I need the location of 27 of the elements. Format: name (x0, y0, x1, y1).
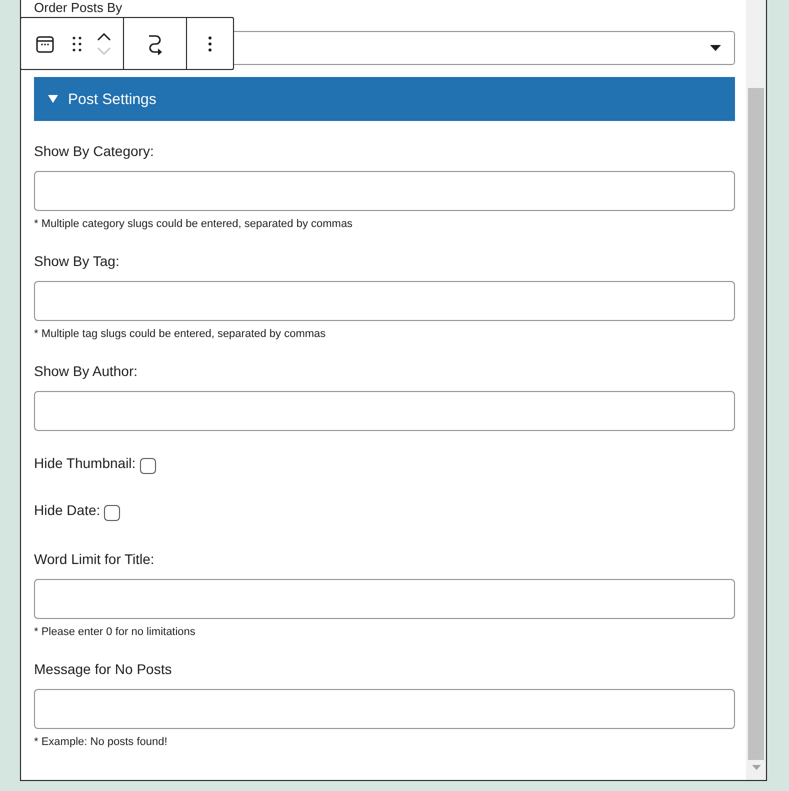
help-text: * Example: No posts found! (34, 736, 168, 749)
field-label: Show By Author: (34, 362, 139, 380)
help-text: * Multiple category slugs could be entered, separated by commas (34, 218, 354, 231)
scroll-down-icon[interactable] (752, 765, 761, 770)
triangle-down-icon (48, 95, 58, 103)
input-field[interactable] (34, 391, 735, 431)
input-field[interactable] (34, 579, 735, 619)
field-label: Order Posts By (34, 0, 124, 16)
scrollbar[interactable] (746, 0, 766, 780)
checkbox-label: Hide Date: (34, 501, 100, 519)
help-text: * Multiple tag slugs could be entered, separated by commas (34, 328, 327, 341)
move-up-icon[interactable] (97, 32, 111, 40)
field-label: Show By Category: (34, 142, 155, 160)
field-label: Word Limit for Title: (34, 550, 156, 568)
field-label: Message for No Posts (34, 660, 173, 678)
input-field[interactable] (34, 689, 735, 729)
help-text: * Please enter 0 for no limitations (34, 626, 196, 639)
field-label: Show By Tag: (34, 252, 120, 270)
input-field[interactable] (34, 281, 735, 321)
caret-icon (710, 45, 721, 51)
scrollbar-thumb[interactable] (748, 88, 764, 760)
checkbox[interactable] (104, 505, 120, 521)
move-down-icon[interactable] (97, 46, 111, 56)
checkbox-label: Hide Thumbnail: (34, 454, 136, 472)
checkbox[interactable] (140, 458, 156, 474)
section-header[interactable]: Post Settings (34, 77, 735, 121)
input-field[interactable] (34, 171, 735, 211)
